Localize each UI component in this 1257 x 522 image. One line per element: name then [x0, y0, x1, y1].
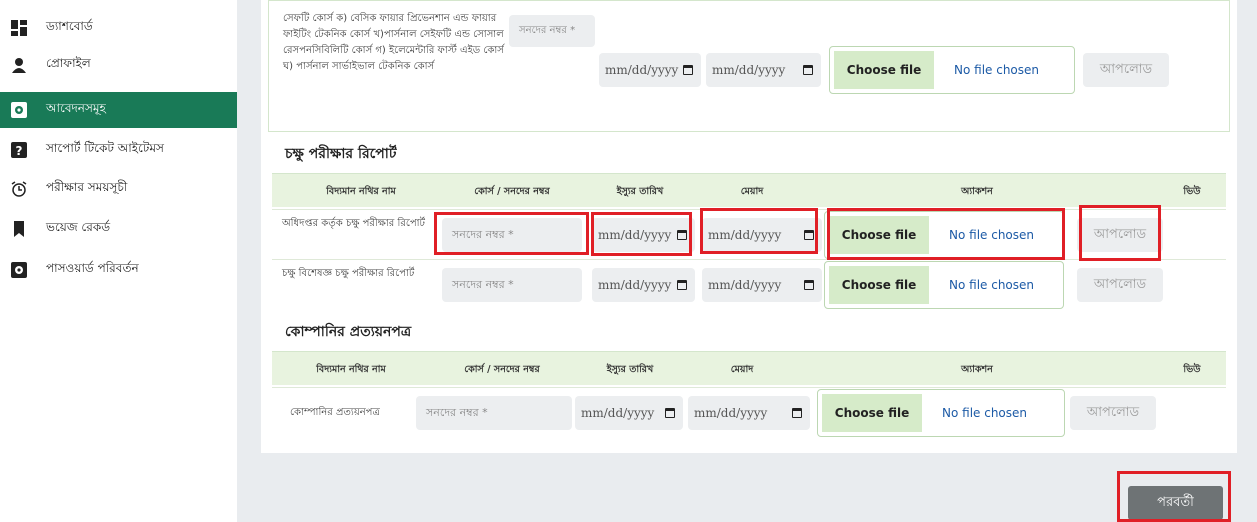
main-content: সেফটি কোর্স ক) বেসিক ফায়ার প্রিভেনশান এ…	[237, 0, 1257, 522]
column-header: কোর্স / সনদের নম্বর	[474, 186, 550, 197]
section-title: চক্ষু পরীক্ষার রিপোর্ট	[285, 146, 397, 162]
sidebar-item-exam-schedule[interactable]: পরীক্ষার সময়সূচী	[0, 171, 237, 207]
date-text: mm/dd/yyyy	[605, 63, 679, 77]
user-icon	[10, 56, 28, 74]
calendar-icon	[804, 280, 814, 290]
section-title: কোম্পানির প্রত্যয়নপত্র	[285, 324, 412, 340]
calendar-icon	[665, 408, 675, 418]
sidebar-item-profile[interactable]: প্রোফাইল	[0, 47, 237, 83]
certificate-number-input[interactable]: সনদের নম্বর *	[442, 268, 582, 302]
table-header: বিদ্যমান নথির নাম কোর্স / সনদের নম্বর ইস…	[272, 351, 1226, 385]
highlight-box	[434, 212, 589, 255]
date-text: mm/dd/yyyy	[598, 278, 672, 292]
sidebar-item-label: পাসওয়ার্ড পরিবর্তন	[46, 261, 139, 275]
upload-button[interactable]: আপলোড	[1083, 53, 1169, 87]
highlight-box	[827, 208, 1065, 260]
upload-button[interactable]: আপলোড	[1077, 268, 1163, 302]
certificate-number-input[interactable]: সনদের নম্বর *	[416, 396, 572, 430]
column-header: অ্যাকশন	[961, 364, 993, 375]
choose-file-button[interactable]: Choose file	[829, 266, 929, 304]
document-name: অধিদপ্তর কর্তৃক চক্ষু পরীক্ষার রিপোর্ট	[282, 218, 425, 229]
sidebar-item-voice-record[interactable]: ভয়েজ রেকর্ড	[0, 211, 237, 247]
sidebar-item-change-password[interactable]: পাসওয়ার্ড পরিবর্তন	[0, 252, 237, 288]
sidebar-item-label: প্রোফাইল	[46, 56, 91, 70]
column-header: বিদ্যমান নথির নাম	[326, 186, 396, 197]
alarm-clock-icon	[10, 180, 28, 198]
calendar-icon	[792, 408, 802, 418]
file-input[interactable]: Choose file No file chosen	[824, 261, 1064, 309]
column-header: মেয়াদ	[730, 364, 754, 375]
file-status: No file chosen	[942, 406, 1028, 420]
expiry-date-input[interactable]: mm/dd/yyyy	[706, 53, 821, 87]
file-input[interactable]: Choose file No file chosen	[829, 46, 1075, 94]
choose-file-button[interactable]: Choose file	[834, 51, 934, 89]
date-text: mm/dd/yyyy	[694, 406, 768, 420]
column-header: বিদ্যমান নথির নাম	[316, 364, 386, 375]
file-status: No file chosen	[954, 63, 1040, 77]
calendar-icon	[677, 280, 687, 290]
table-row: কোম্পানির প্রত্যয়নপত্র সনদের নম্বর * mm…	[272, 387, 1226, 437]
sidebar-item-label: ড্যাশবোর্ড	[46, 19, 93, 33]
highlight-box	[1079, 205, 1161, 261]
upload-button[interactable]: আপলোড	[1070, 396, 1156, 430]
expiry-date-input[interactable]: mm/dd/yyyy	[702, 268, 822, 302]
document-name: সেফটি কোর্স ক) বেসিক ফায়ার প্রিভেনশান এ…	[283, 13, 504, 72]
table-header: বিদ্যমান নথির নাম কোর্স / সনদের নম্বর ইস…	[272, 173, 1226, 207]
file-input[interactable]: Choose file No file chosen	[817, 389, 1065, 437]
column-header: অ্যাকশন	[961, 186, 993, 197]
column-header: ইস্যুর তারিখ	[616, 186, 664, 197]
expiry-date-input[interactable]: mm/dd/yyyy	[688, 396, 810, 430]
svg-text:?: ?	[16, 144, 23, 158]
calendar-icon	[803, 65, 813, 75]
column-header: কোর্স / সনদের নম্বর	[464, 364, 540, 375]
sidebar-item-label: সাপোর্ট টিকেট আইটেমস	[46, 141, 164, 155]
date-text: mm/dd/yyyy	[581, 406, 655, 420]
question-icon: ?	[10, 141, 28, 159]
highlight-box	[700, 208, 818, 254]
certificate-number-input[interactable]: সনদের নম্বর *	[509, 15, 595, 47]
sidebar-item-label: আবেদনসমূহ	[46, 101, 106, 115]
issue-date-input[interactable]: mm/dd/yyyy	[575, 396, 683, 430]
file-status: No file chosen	[949, 278, 1035, 292]
table-row: চক্ষু বিশেষজ্ঞ চক্ষু পরীক্ষার রিপোর্ট সন…	[272, 259, 1226, 309]
issue-date-input[interactable]: mm/dd/yyyy	[599, 53, 701, 87]
choose-file-button[interactable]: Choose file	[822, 394, 922, 432]
highlight-box	[591, 212, 692, 256]
sidebar-item-applications[interactable]: আবেদনসমূহ	[0, 92, 237, 128]
sidebar-item-dashboard[interactable]: ড্যাশবোর্ড	[0, 10, 237, 46]
sidebar-item-label: পরীক্ষার সময়সূচী	[46, 180, 128, 194]
document-name: কোম্পানির প্রত্যয়নপত্র	[290, 407, 380, 418]
bookmark-icon	[10, 220, 28, 238]
column-header: ভিউ	[1183, 364, 1201, 375]
key-icon	[10, 261, 28, 279]
date-text: mm/dd/yyyy	[708, 278, 782, 292]
document-name: চক্ষু বিশেষজ্ঞ চক্ষু পরীক্ষার রিপোর্ট	[282, 268, 415, 279]
calendar-icon	[683, 65, 693, 75]
sidebar-item-support[interactable]: ? সাপোর্ট টিকেট আইটেমস	[0, 132, 237, 168]
column-header: ইস্যুর তারিখ	[606, 364, 654, 375]
highlight-box	[1117, 471, 1231, 522]
sidebar: ড্যাশবোর্ড প্রোফাইল আবেদনসমূহ ? সাপোর্ট …	[0, 0, 237, 522]
issue-date-input[interactable]: mm/dd/yyyy	[592, 268, 695, 302]
column-header: মেয়াদ	[740, 186, 764, 197]
date-text: mm/dd/yyyy	[712, 63, 786, 77]
dashboard-icon	[10, 19, 28, 37]
sidebar-item-label: ভয়েজ রেকর্ড	[46, 220, 111, 234]
column-header: ভিউ	[1183, 186, 1201, 197]
safety-course-row: সেফটি কোর্স ক) বেসিক ফায়ার প্রিভেনশান এ…	[268, 0, 1230, 132]
application-icon	[10, 101, 28, 119]
